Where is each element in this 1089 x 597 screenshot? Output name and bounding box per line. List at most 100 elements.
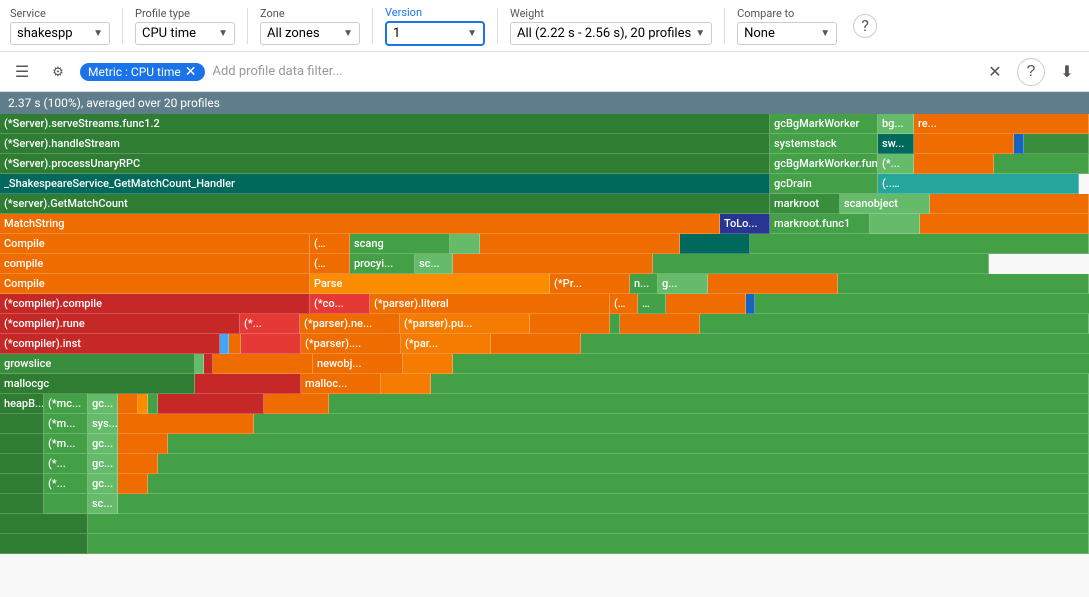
flame-block[interactable]: mallocgc bbox=[0, 374, 195, 394]
flame-block[interactable] bbox=[381, 374, 431, 394]
flame-block[interactable]: gcBgMarkWorker.func2 bbox=[770, 154, 878, 174]
download-button[interactable]: ⬇ bbox=[1053, 58, 1081, 86]
flame-block[interactable]: re... bbox=[914, 114, 1089, 134]
flame-block[interactable] bbox=[213, 354, 313, 374]
flame-block[interactable]: sc... bbox=[415, 254, 453, 274]
flame-block[interactable]: (*m... bbox=[44, 434, 88, 454]
flame-block[interactable]: newobj... bbox=[313, 354, 403, 374]
flame-block[interactable]: markroot.func1 bbox=[770, 214, 870, 234]
flame-block[interactable]: gcDrain bbox=[770, 174, 878, 194]
flame-block[interactable] bbox=[118, 494, 1089, 514]
flame-block[interactable]: _ShakespeareService_GetMatchCount_Handle… bbox=[0, 174, 770, 194]
flame-block[interactable] bbox=[118, 454, 158, 474]
flame-block[interactable]: gc... bbox=[88, 394, 118, 414]
flame-block[interactable]: gc... bbox=[88, 434, 118, 454]
flame-block[interactable] bbox=[329, 394, 1089, 414]
flame-block[interactable] bbox=[44, 494, 88, 514]
flame-block[interactable]: sw... bbox=[878, 134, 914, 154]
flame-block[interactable]: gc... bbox=[88, 474, 118, 494]
flame-block[interactable]: (*Pr... bbox=[550, 274, 630, 294]
profile-type-dropdown[interactable]: CPU time ▼ bbox=[135, 22, 235, 45]
flame-block[interactable]: (*compiler).rune bbox=[0, 314, 240, 334]
flame-block[interactable] bbox=[750, 234, 1089, 254]
flame-block[interactable]: g... bbox=[658, 274, 708, 294]
flame-block[interactable] bbox=[480, 234, 680, 254]
flame-block[interactable] bbox=[0, 514, 88, 534]
flame-block[interactable] bbox=[118, 414, 254, 434]
flame-block[interactable] bbox=[746, 294, 755, 314]
chip-close-icon[interactable]: ✕ bbox=[185, 65, 197, 79]
close-button[interactable]: ✕ bbox=[981, 58, 1009, 86]
zone-dropdown[interactable]: All zones ▼ bbox=[260, 22, 360, 45]
flame-block[interactable] bbox=[88, 514, 1089, 534]
flame-block[interactable]: (… bbox=[310, 254, 350, 274]
flame-block[interactable] bbox=[994, 154, 1089, 174]
flame-block[interactable]: ToLo... bbox=[720, 214, 770, 234]
help-icon[interactable]: ? bbox=[853, 14, 877, 38]
flame-block[interactable]: (… bbox=[610, 294, 638, 314]
flame-block[interactable]: … bbox=[638, 294, 666, 314]
flame-block[interactable]: (*Server).handleStream bbox=[0, 134, 770, 154]
flame-block[interactable]: procyi... bbox=[350, 254, 415, 274]
flame-block[interactable] bbox=[158, 454, 1089, 474]
flame-block[interactable] bbox=[148, 394, 158, 414]
flame-block[interactable]: malloc... bbox=[301, 374, 381, 394]
flame-block[interactable] bbox=[403, 354, 453, 374]
flame-block[interactable] bbox=[1014, 134, 1024, 154]
flame-block[interactable]: (*Server).serveStreams.func1.2 bbox=[0, 114, 770, 134]
flame-block[interactable] bbox=[653, 254, 989, 274]
compare-dropdown[interactable]: None ▼ bbox=[737, 22, 837, 45]
flame-block[interactable] bbox=[680, 234, 750, 254]
flame-block[interactable]: compile bbox=[0, 254, 310, 274]
flame-block[interactable] bbox=[450, 234, 480, 254]
flame-block[interactable] bbox=[0, 434, 44, 454]
flame-block[interactable] bbox=[204, 354, 213, 374]
flame-block[interactable]: (*parser).literal bbox=[370, 294, 610, 314]
flame-block[interactable] bbox=[195, 354, 204, 374]
flame-block[interactable]: (*co... bbox=[310, 294, 370, 314]
flame-block[interactable]: sc... bbox=[88, 494, 118, 514]
flame-block[interactable]: (… bbox=[310, 234, 350, 254]
flame-block[interactable]: heapB... bbox=[0, 394, 44, 414]
flame-block[interactable]: n... bbox=[630, 274, 658, 294]
flame-block[interactable] bbox=[158, 394, 264, 414]
flame-block[interactable]: systemstack bbox=[770, 134, 878, 154]
flame-block[interactable] bbox=[491, 334, 581, 354]
flame-block[interactable]: (*parser).... bbox=[301, 334, 401, 354]
flame-block[interactable] bbox=[610, 314, 620, 334]
flame-block[interactable]: markroot bbox=[770, 194, 840, 214]
flame-block[interactable]: sys... bbox=[88, 414, 118, 434]
flame-block[interactable] bbox=[581, 334, 1089, 354]
flame-block[interactable] bbox=[220, 334, 229, 354]
flame-block[interactable]: (*server).GetMatchCount bbox=[0, 194, 770, 214]
flame-block[interactable]: (*m... bbox=[44, 414, 88, 434]
flame-block[interactable]: (*... bbox=[44, 454, 88, 474]
flame-block[interactable] bbox=[195, 374, 301, 394]
flame-block[interactable]: gc... bbox=[88, 454, 118, 474]
flame-block[interactable] bbox=[930, 194, 1089, 214]
flame-block[interactable]: (*parser).pu... bbox=[400, 314, 530, 334]
filter-settings-button[interactable]: ⚙ bbox=[44, 58, 72, 86]
flame-block[interactable] bbox=[118, 434, 168, 454]
flame-block[interactable] bbox=[0, 534, 88, 554]
filter-placeholder[interactable]: Add profile data filter... bbox=[213, 64, 974, 79]
flame-block[interactable]: (*... bbox=[44, 474, 88, 494]
flame-block[interactable] bbox=[254, 414, 1089, 434]
flame-block[interactable] bbox=[138, 394, 148, 414]
flame-block[interactable] bbox=[530, 314, 610, 334]
flame-block[interactable] bbox=[88, 534, 1089, 554]
flame-block[interactable] bbox=[0, 474, 44, 494]
help-button[interactable]: ? bbox=[1017, 58, 1045, 86]
flame-block[interactable]: bg... bbox=[878, 114, 914, 134]
flame-block[interactable] bbox=[0, 414, 44, 434]
flame-block[interactable] bbox=[620, 314, 700, 334]
flame-block[interactable] bbox=[453, 354, 1089, 374]
flame-block[interactable] bbox=[168, 434, 1089, 454]
flame-block[interactable]: Compile bbox=[0, 234, 310, 254]
flame-block[interactable] bbox=[431, 374, 1089, 394]
flame-block[interactable] bbox=[755, 294, 1089, 314]
flame-block[interactable]: (*Server).processUnaryRPC bbox=[0, 154, 770, 174]
flame-block[interactable]: (*compiler).compile bbox=[0, 294, 310, 314]
flame-block[interactable]: (*... bbox=[240, 314, 300, 334]
flame-block[interactable] bbox=[920, 214, 1089, 234]
